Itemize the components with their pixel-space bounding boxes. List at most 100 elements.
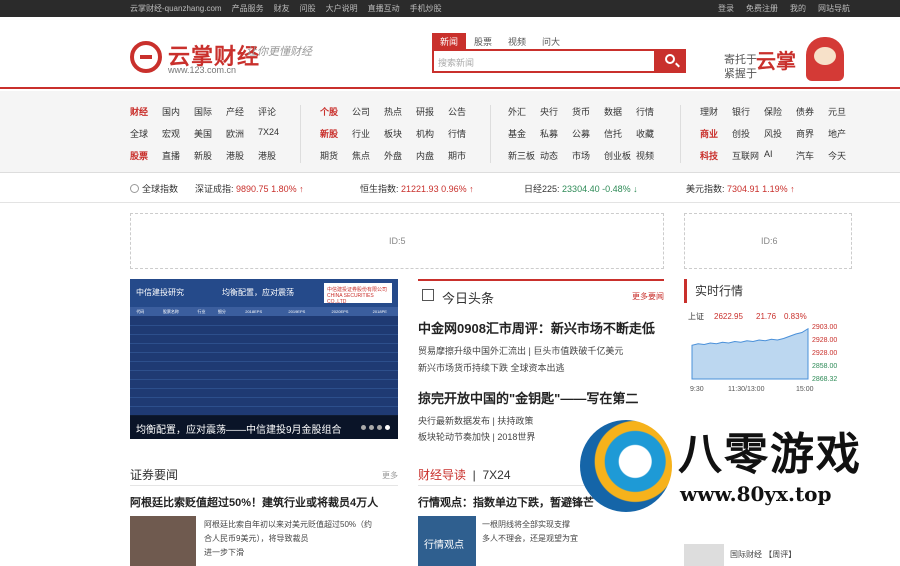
topbar-link[interactable]: 手机炒股 (410, 3, 442, 14)
site-nav-link[interactable]: 网站导航 (818, 3, 850, 14)
nav-item[interactable]: 外汇 (508, 105, 536, 118)
market-chart[interactable]: 上证 2622.95 21.76 0.83% 2903.00 2928.00 292… (684, 309, 852, 399)
nav-item[interactable]: 公募 (572, 127, 600, 140)
nav-item[interactable]: 行情 (636, 105, 664, 118)
nav-item[interactable]: 焦点 (352, 149, 380, 162)
nav-item[interactable]: 欧洲 (226, 127, 254, 140)
nav-item[interactable]: 港股 (226, 149, 254, 162)
search-tab-video[interactable]: 视频 (500, 33, 534, 49)
nav-item[interactable]: 信托 (604, 127, 632, 140)
headline-link[interactable]: 行情观点：指数单边下跌，暂避锋芒 (418, 494, 594, 510)
nav-item[interactable]: 新股 (320, 127, 348, 140)
search-button[interactable] (656, 49, 686, 73)
slide-dot[interactable] (377, 425, 382, 430)
nav-item[interactable]: 元旦 (828, 105, 856, 118)
nav-item[interactable]: 机构 (416, 127, 444, 140)
nav-item[interactable]: 货币 (572, 105, 600, 118)
nav-item[interactable]: 视频 (636, 149, 664, 162)
nav-item[interactable]: 美国 (194, 127, 222, 140)
nav-item[interactable]: 热点 (384, 105, 412, 118)
news-thumbnail[interactable] (684, 544, 724, 566)
sub-link[interactable]: 巨头市值跌破千亿美元 (533, 346, 623, 356)
nav-item[interactable]: 港股 (258, 149, 286, 162)
nav-item[interactable]: 科技 (700, 149, 728, 162)
sub-link[interactable]: 板块轮动节奏加快 (418, 432, 490, 442)
nav-item[interactable]: 公司 (352, 105, 380, 118)
search-input[interactable]: 搜索新闻 (432, 49, 656, 73)
slide-dot-active[interactable] (385, 425, 390, 430)
sub-link[interactable]: 贸易摩擦升级中国外汇流出 (418, 346, 526, 356)
slide-dot[interactable] (369, 425, 374, 430)
nav-item[interactable]: 新股 (194, 149, 222, 162)
nav-item[interactable]: 产经 (226, 105, 254, 118)
nav-item[interactable]: 研报 (416, 105, 444, 118)
nav-item[interactable]: 保险 (764, 105, 792, 118)
logo-icon[interactable] (130, 41, 162, 73)
ticker-item[interactable]: 日经225: 23304.40 -0.48% ↓ (524, 182, 638, 195)
site-label[interactable]: 云掌财经-quanzhang.com (130, 3, 222, 14)
nav-item[interactable]: 行情 (448, 127, 476, 140)
nav-item[interactable]: 直播 (162, 149, 190, 162)
login-link[interactable]: 登录 (718, 3, 734, 14)
nav-item[interactable]: 公告 (448, 105, 476, 118)
sub-link[interactable]: 扶持政策 (497, 416, 533, 426)
ticker-item[interactable]: 恒生指数: 21221.93 0.96% ↑ (360, 182, 474, 195)
more-link[interactable]: 更多 (382, 470, 398, 481)
topbar-link[interactable]: 直播互动 (368, 3, 400, 14)
nav-item[interactable]: 期货 (320, 149, 348, 162)
nav-item[interactable]: 评论 (258, 105, 286, 118)
headline-link[interactable]: 中金网0908汇市周评：新兴市场不断走低 (418, 318, 655, 337)
nav-item[interactable]: 外盘 (384, 149, 412, 162)
nav-item[interactable]: 债券 (796, 105, 824, 118)
search-tab-stocks[interactable]: 股票 (466, 33, 500, 49)
ad-slot-left[interactable]: ID:5 (130, 213, 664, 269)
my-link[interactable]: 我的 (790, 3, 806, 14)
search-tab-ask[interactable]: 问大 (534, 33, 568, 49)
nav-item[interactable]: 财经 (130, 105, 158, 118)
featured-slideshow[interactable]: 中信建投研究 均衡配置，应对震荡 中信建投证券股份有限公司 CHINA SECU… (130, 279, 398, 439)
headline-link[interactable]: 掠完开放中国的"金钥匙"——写在第二 (418, 388, 638, 407)
nav-item[interactable]: 互联网 (732, 149, 760, 162)
nav-item[interactable]: 理财 (700, 105, 728, 118)
nav-item[interactable]: 今天 (828, 149, 856, 162)
sub-link[interactable]: 2018世界 (497, 432, 535, 442)
nav-item[interactable]: 商界 (796, 127, 824, 140)
topbar-link[interactable]: 产品服务 (232, 3, 264, 14)
tab-guide[interactable]: 财经导读 | 7X24 (418, 466, 511, 483)
nav-item[interactable]: 国际 (194, 105, 222, 118)
nav-item[interactable]: 期市 (448, 149, 476, 162)
nav-item[interactable]: 创业板 (604, 149, 632, 162)
promo-banner[interactable]: 寄托于 紧握于 云掌 (724, 37, 844, 87)
topbar-link[interactable]: 问股 (300, 3, 316, 14)
slide-caption[interactable]: 均衡配置，应对震荡——中信建投9月金股组合 (130, 415, 398, 439)
nav-item[interactable]: 风投 (764, 127, 792, 140)
ticker-item[interactable]: 深证成指: 9890.75 1.80% ↑ (195, 182, 304, 195)
nav-item[interactable]: 股票 (130, 149, 158, 162)
topbar-link[interactable]: 财友 (274, 3, 290, 14)
nav-item[interactable]: 内盘 (416, 149, 444, 162)
ticker-item[interactable]: 美元指数: 7304.91 1.19% ↑ (686, 182, 795, 195)
nav-item[interactable]: 板块 (384, 127, 412, 140)
nav-item[interactable]: 数据 (604, 105, 632, 118)
headline-link[interactable]: 阿根廷比索贬值超过50%！建筑行业或将裁员4万人 (130, 494, 378, 510)
nav-item[interactable]: 宏观 (162, 127, 190, 140)
nav-item[interactable]: 创投 (732, 127, 760, 140)
sub-link[interactable]: 新兴市场货币持续下跌 全球资本出逃 (418, 363, 565, 373)
nav-item[interactable]: 行业 (352, 127, 380, 140)
news-thumbnail[interactable] (130, 516, 196, 566)
nav-item[interactable]: 地产 (828, 127, 856, 140)
nav-item[interactable]: 收藏 (636, 127, 664, 140)
ad-slot-right[interactable]: ID:6 (684, 213, 852, 269)
nav-item[interactable]: 市场 (572, 149, 600, 162)
more-news-link[interactable]: 更多要闻 (632, 291, 664, 302)
topbar-link[interactable]: 大户说明 (326, 3, 358, 14)
search-tab-news[interactable]: 新闻 (432, 33, 467, 49)
nav-item[interactable]: 银行 (732, 105, 760, 118)
nav-item[interactable]: 动态 (540, 149, 568, 162)
global-index-label[interactable]: 全球指数 (130, 182, 178, 195)
nav-item[interactable]: 个股 (320, 105, 348, 118)
nav-item[interactable]: 央行 (540, 105, 568, 118)
slide-dot[interactable] (361, 425, 366, 430)
nav-item[interactable]: 国内 (162, 105, 190, 118)
nav-item[interactable]: 7X24 (258, 127, 286, 140)
